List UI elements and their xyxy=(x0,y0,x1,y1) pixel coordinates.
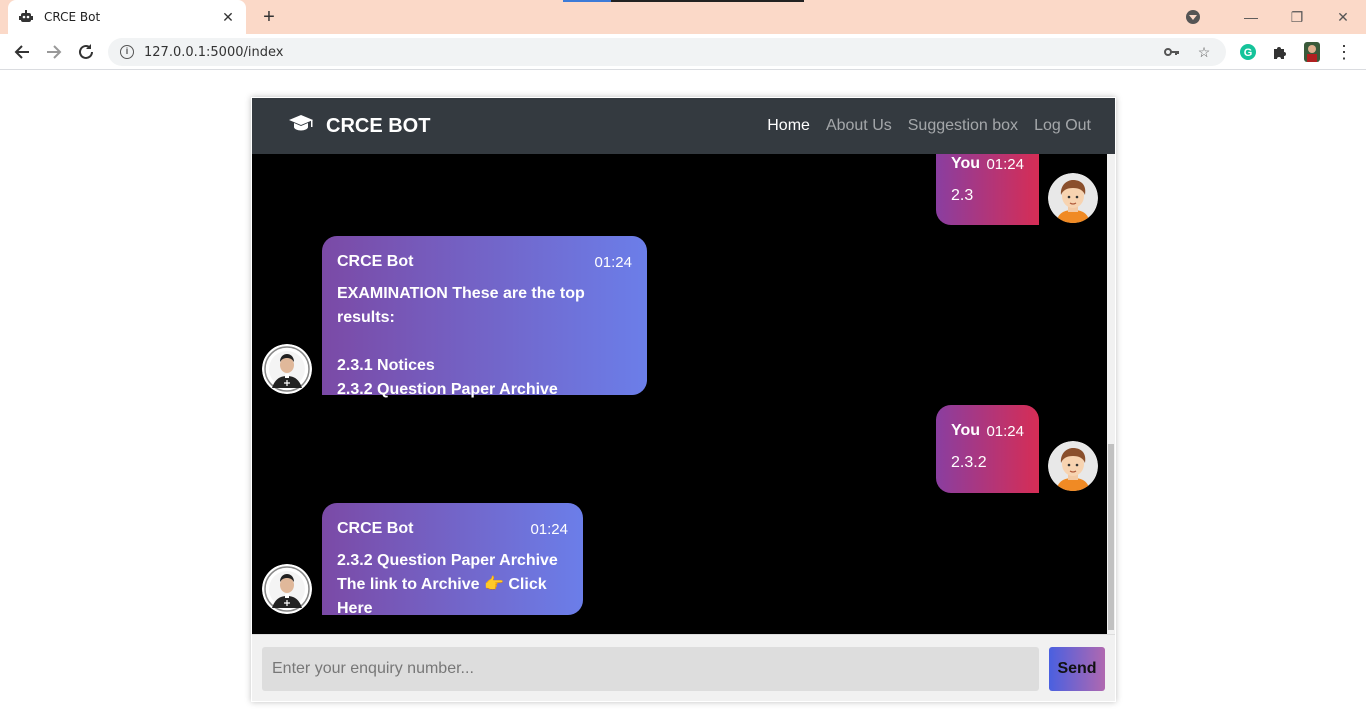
profile-avatar[interactable] xyxy=(1302,42,1322,62)
key-icon[interactable] xyxy=(1162,44,1182,60)
nav-links: Home About Us Suggestion box Log Out xyxy=(751,117,1091,135)
robot-icon xyxy=(18,9,34,25)
chat-app: CRCE BOT Home About Us Suggestion box Lo… xyxy=(251,97,1116,702)
message-text: 2.3.2 xyxy=(951,454,987,471)
site-info-icon[interactable]: i xyxy=(120,45,134,59)
browser-tab[interactable]: CRCE Bot ✕ xyxy=(8,0,246,34)
forward-icon[interactable] xyxy=(42,40,66,64)
menu-kebab-icon[interactable]: ⋮ xyxy=(1334,42,1354,62)
brand-title: CRCE BOT xyxy=(326,114,431,137)
pointing-hand-icon: 👉 xyxy=(484,576,504,593)
nav-log-out[interactable]: Log Out xyxy=(1034,117,1091,135)
chat-scrollbar[interactable] xyxy=(1107,154,1115,634)
sender-name: CRCE Bot xyxy=(337,520,414,537)
tab-title: CRCE Bot xyxy=(44,10,101,24)
bookmark-star-icon[interactable]: ☆ xyxy=(1194,44,1214,61)
scrollbar-thumb[interactable] xyxy=(1108,444,1114,630)
user-avatar xyxy=(1048,441,1098,491)
message-text: 2.3 xyxy=(951,187,974,204)
input-bar: Send xyxy=(252,634,1115,701)
message-time: 01:24 xyxy=(594,253,632,271)
svg-text:G: G xyxy=(1244,47,1253,59)
message-time: 01:24 xyxy=(986,422,1024,440)
nav-about-us[interactable]: About Us xyxy=(826,117,892,135)
message-option: 2.3.2 Question Paper Archive xyxy=(337,381,558,398)
tab-close-icon[interactable]: ✕ xyxy=(220,9,236,26)
bot-avatar xyxy=(262,564,312,614)
bot-bubble: CRCE Bot 01:24 EXAMINATION These are the… xyxy=(322,236,647,398)
sender-name: CRCE Bot xyxy=(337,253,414,270)
minimize-icon[interactable]: — xyxy=(1228,9,1274,25)
send-button[interactable]: Send xyxy=(1049,647,1105,691)
brand[interactable]: CRCE BOT xyxy=(288,114,430,138)
enquiry-input[interactable] xyxy=(262,647,1039,691)
bot-bubble: CRCE Bot 01:24 2.3.2 Question Paper Arch… xyxy=(322,503,583,617)
message-text: EXAMINATION These are the top results: xyxy=(337,285,585,326)
sender-name: You xyxy=(951,155,981,172)
window-controls: — ❐ ✕ xyxy=(1186,0,1366,34)
url-text: 127.0.0.1:5000/index xyxy=(144,44,284,60)
restore-icon[interactable]: ❐ xyxy=(1274,9,1320,26)
address-bar[interactable]: i 127.0.0.1:5000/index ☆ xyxy=(108,38,1226,66)
sender-name: You xyxy=(951,422,981,439)
reload-icon[interactable] xyxy=(74,40,98,64)
graduation-cap-icon xyxy=(288,114,314,138)
message-header: You 01:24 xyxy=(951,405,1024,457)
user-bubble: You 01:24 2.3 xyxy=(936,154,1039,225)
back-icon[interactable] xyxy=(10,40,34,64)
message-header: CRCE Bot 01:24 xyxy=(337,236,632,288)
user-bubble: You 01:24 2.3.2 xyxy=(936,405,1039,493)
nav-home[interactable]: Home xyxy=(767,117,810,135)
new-tab-button[interactable]: + xyxy=(258,6,280,28)
message-text: 2.3.2 Question Paper Archive xyxy=(337,552,558,569)
message-time: 01:24 xyxy=(986,155,1024,173)
app-navbar: CRCE BOT Home About Us Suggestion box Lo… xyxy=(252,98,1115,154)
tab-search-icon[interactable] xyxy=(1186,10,1200,24)
link-intro-text: The link to Archive xyxy=(337,576,484,593)
close-window-icon[interactable]: ✕ xyxy=(1320,9,1366,26)
grammarly-icon[interactable]: G xyxy=(1238,42,1258,62)
user-avatar xyxy=(1048,173,1098,223)
message-option: 2.3.1 Notices xyxy=(337,357,435,374)
extensions-puzzle-icon[interactable] xyxy=(1270,42,1290,62)
message-link-line: The link to Archive 👉 Click Here xyxy=(337,573,568,621)
nav-suggestion-box[interactable]: Suggestion box xyxy=(908,117,1018,135)
message-header: CRCE Bot 01:24 xyxy=(337,503,568,555)
browser-tab-bar: CRCE Bot ✕ + — ❐ ✕ xyxy=(0,0,1366,34)
browser-toolbar: i 127.0.0.1:5000/index ☆ G ⋮ xyxy=(0,34,1366,70)
window-strip xyxy=(563,0,804,2)
bot-avatar xyxy=(262,344,312,394)
message-time: 01:24 xyxy=(530,520,568,538)
chat-window[interactable]: You 01:24 2.3 CRCE Bot 01:24 EXAMINATION… xyxy=(252,154,1115,634)
